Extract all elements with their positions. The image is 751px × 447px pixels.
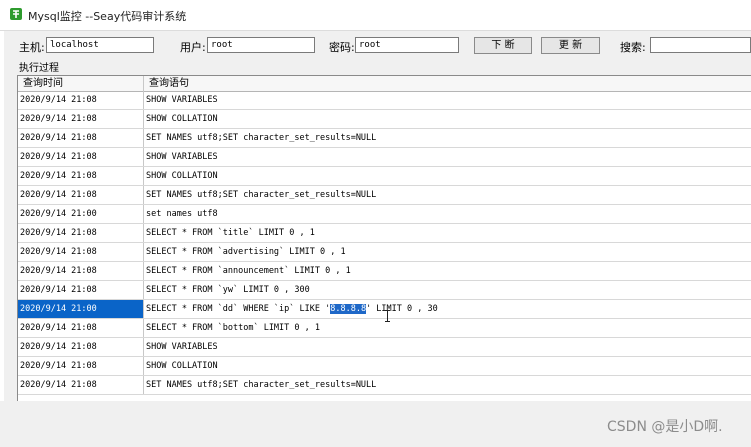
update-button[interactable]: 更 新 (541, 37, 600, 54)
cell-query-statement: SELECT * FROM `title` LIMIT 0 , 1 (146, 228, 315, 238)
cell-query-time: 2020/9/14 21:00 (18, 300, 144, 318)
column-header-query[interactable]: 查询语句 (144, 76, 751, 91)
user-input[interactable]: root (207, 37, 315, 53)
app-icon (10, 8, 22, 20)
table-row[interactable]: 2020/9/14 21:08 SHOW VARIABLES (18, 338, 751, 357)
table-row[interactable]: 2020/9/14 21:08 SELECT * FROM `announceme… (18, 262, 751, 281)
search-label: 搜索: (620, 41, 646, 54)
cell-query-time: 2020/9/14 21:08 (18, 129, 144, 147)
cell-query-statement: SELECT * FROM `bottom` LIMIT 0 , 1 (146, 323, 320, 333)
table-row[interactable]: 2020/9/14 21:08 SHOW VARIABLES (18, 91, 751, 110)
cell-query-statement: SET NAMES utf8;SET character_set_results… (146, 133, 377, 143)
section-label: 执行过程 (19, 63, 59, 74)
cell-query-statement: SELECT * FROM `advertising` LIMIT 0 , 1 (146, 247, 346, 257)
disconnect-button[interactable]: 下 断 (474, 37, 532, 54)
cell-query-time: 2020/9/14 21:08 (18, 110, 144, 128)
cell-query-time: 2020/9/14 21:00 (18, 205, 144, 223)
table-row[interactable]: 2020/9/14 21:08 SHOW COLLATION (18, 110, 751, 129)
cell-query-statement: SHOW COLLATION (146, 114, 218, 124)
table-row[interactable]: 2020/9/14 21:08 SELECT * FROM `title` LIM… (18, 224, 751, 243)
search-input[interactable] (650, 37, 751, 53)
window-title: Mysql监控 --Seay代码审计系统 (28, 10, 187, 23)
cell-query-statement: SET NAMES utf8;SET character_set_results… (146, 380, 377, 390)
table-row[interactable]: 2020/9/14 21:08 SET NAMES utf8;SET charac… (18, 376, 751, 395)
host-label: 主机: (19, 41, 45, 54)
column-header-time[interactable]: 查询时间 (18, 76, 144, 91)
cell-query-time: 2020/9/14 21:08 (18, 186, 144, 204)
cell-query-statement: SHOW COLLATION (146, 361, 218, 371)
cell-query-statement: SELECT * FROM `dd` WHERE `ip` LIKE '8.8.… (144, 300, 751, 318)
password-input[interactable]: root (355, 37, 459, 53)
cell-query-time: 2020/9/14 21:08 (18, 243, 144, 261)
cell-query-statement: SHOW VARIABLES (146, 95, 218, 105)
table-row[interactable]: 2020/9/14 21:08 SELECT * FROM `yw` LIMIT … (18, 281, 751, 300)
cell-query-time: 2020/9/14 21:08 (18, 376, 144, 394)
cell-query-time: 2020/9/14 21:08 (18, 91, 144, 109)
table-row[interactable]: 2020/9/14 21:08 SHOW VARIABLES (18, 148, 751, 167)
watermark: CSDN @是小D啊. (607, 419, 723, 435)
query-text-after-selection: ' LIMIT 0 , 30 (366, 304, 438, 314)
cell-query-time: 2020/9/14 21:08 (18, 262, 144, 280)
cell-query-statement: SELECT * FROM `announcement` LIMIT 0 , 1 (146, 266, 351, 276)
cell-query-statement: SELECT * FROM `yw` LIMIT 0 , 300 (146, 285, 310, 295)
cell-query-time: 2020/9/14 21:08 (18, 224, 144, 242)
query-text-before-selection: SELECT * FROM `dd` WHERE `ip` LIKE ' (146, 304, 331, 314)
cell-query-statement: SHOW VARIABLES (146, 152, 218, 162)
cell-query-statement: SHOW COLLATION (146, 171, 218, 181)
table-row[interactable]: 2020/9/14 21:08 SELECT * FROM `advertisin… (18, 243, 751, 262)
table-row[interactable]: 2020/9/14 21:08 SHOW COLLATION (18, 357, 751, 376)
user-label: 用户: (180, 41, 206, 54)
cell-query-statement: SHOW VARIABLES (146, 342, 218, 352)
cell-query-statement: SET NAMES utf8;SET character_set_results… (146, 190, 377, 200)
selected-text-highlight[interactable]: 8.8.8.8 (330, 304, 367, 314)
cell-query-time: 2020/9/14 21:08 (18, 319, 144, 337)
cell-query-statement: set names utf8 (146, 209, 218, 219)
cell-query-time: 2020/9/14 21:08 (18, 338, 144, 356)
table-row[interactable]: 2020/9/14 21:08 SHOW COLLATION (18, 167, 751, 186)
table-row[interactable]: 2020/9/14 21:08 SET NAMES utf8;SET charac… (18, 129, 751, 148)
table-row[interactable]: 2020/9/14 21:08 SET NAMES utf8;SET charac… (18, 186, 751, 205)
cell-query-time: 2020/9/14 21:08 (18, 357, 144, 375)
window-left-edge (0, 0, 4, 447)
cell-query-time: 2020/9/14 21:08 (18, 167, 144, 185)
host-input[interactable]: localhost (46, 37, 154, 53)
title-bar: Mysql监控 --Seay代码审计系统 (0, 0, 751, 31)
cell-query-time: 2020/9/14 21:08 (18, 281, 144, 299)
table-row[interactable]: 2020/9/14 21:00 set names utf8 (18, 205, 751, 224)
table-header: 查询时间 查询语句 (18, 76, 751, 92)
cell-query-time: 2020/9/14 21:08 (18, 148, 144, 166)
query-log-table[interactable]: 查询时间 查询语句 2020/9/14 21:08 SHOW VARIABLES 2… (17, 75, 751, 402)
text-cursor-icon (385, 310, 390, 322)
password-label: 密码: (329, 41, 355, 54)
